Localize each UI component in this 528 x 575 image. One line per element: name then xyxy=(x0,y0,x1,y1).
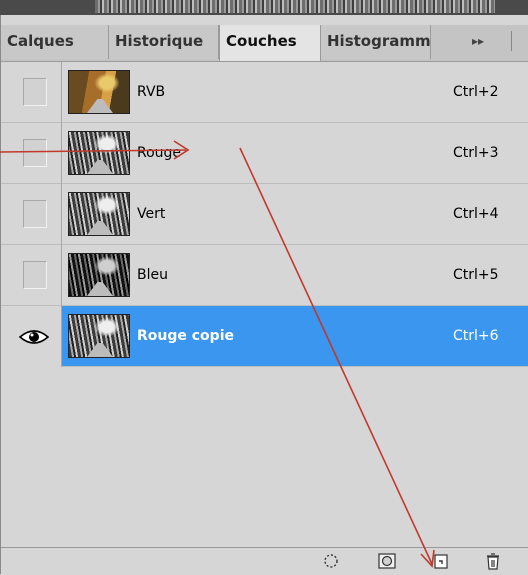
eye-icon xyxy=(18,330,50,344)
save-selection-icon[interactable] xyxy=(377,552,397,570)
visibility-toggle[interactable] xyxy=(1,306,62,367)
channel-name: Rouge xyxy=(137,145,182,161)
channel-row-vert[interactable]: Vert Ctrl+4 xyxy=(1,184,528,245)
channel-thumbnail xyxy=(68,131,130,175)
channel-shortcut: Ctrl+3 xyxy=(453,145,499,161)
channel-name: Bleu xyxy=(137,267,168,283)
new-channel-icon[interactable] xyxy=(431,552,451,570)
visibility-toggle[interactable] xyxy=(1,62,62,123)
channel-thumbnail xyxy=(68,192,130,236)
visibility-toggle[interactable] xyxy=(1,245,62,306)
channel-name: RVB xyxy=(137,84,166,100)
divider xyxy=(511,31,512,51)
panel-menu-button[interactable]: ▸▸ xyxy=(463,31,493,51)
tab-calques[interactable]: Calques xyxy=(1,25,109,59)
channel-name: Vert xyxy=(137,206,166,222)
panel-tab-bar: Calques Historique Couches Histogramme ▸… xyxy=(1,25,528,62)
tab-histogramme[interactable]: Histogramme xyxy=(321,25,431,59)
channel-name: Rouge copie xyxy=(137,328,234,344)
visibility-toggle[interactable] xyxy=(1,184,62,245)
tab-couches[interactable]: Couches xyxy=(219,25,321,61)
channel-shortcut: Ctrl+2 xyxy=(453,84,499,100)
canvas-image-strip xyxy=(0,0,528,15)
channel-shortcut: Ctrl+6 xyxy=(453,328,499,344)
channel-thumbnail xyxy=(68,70,130,114)
channel-shortcut: Ctrl+5 xyxy=(453,267,499,283)
channel-thumbnail xyxy=(68,253,130,297)
channel-row-rvb[interactable]: RVB Ctrl+2 xyxy=(1,62,528,123)
channel-row-bleu[interactable]: Bleu Ctrl+5 xyxy=(1,245,528,306)
delete-channel-icon[interactable] xyxy=(483,552,503,570)
channel-shortcut: Ctrl+4 xyxy=(453,206,499,222)
channel-thumbnail xyxy=(68,314,130,358)
channel-row-rouge-copie[interactable]: Rouge copie Ctrl+6 xyxy=(1,306,528,367)
tab-historique[interactable]: Historique xyxy=(109,25,219,59)
panel-bottom-bar xyxy=(1,547,528,575)
channel-row-rouge[interactable]: Rouge Ctrl+3 xyxy=(1,123,528,184)
visibility-toggle[interactable] xyxy=(1,123,62,184)
channels-panel: Calques Historique Couches Histogramme ▸… xyxy=(0,15,528,575)
load-selection-icon[interactable] xyxy=(321,552,341,570)
